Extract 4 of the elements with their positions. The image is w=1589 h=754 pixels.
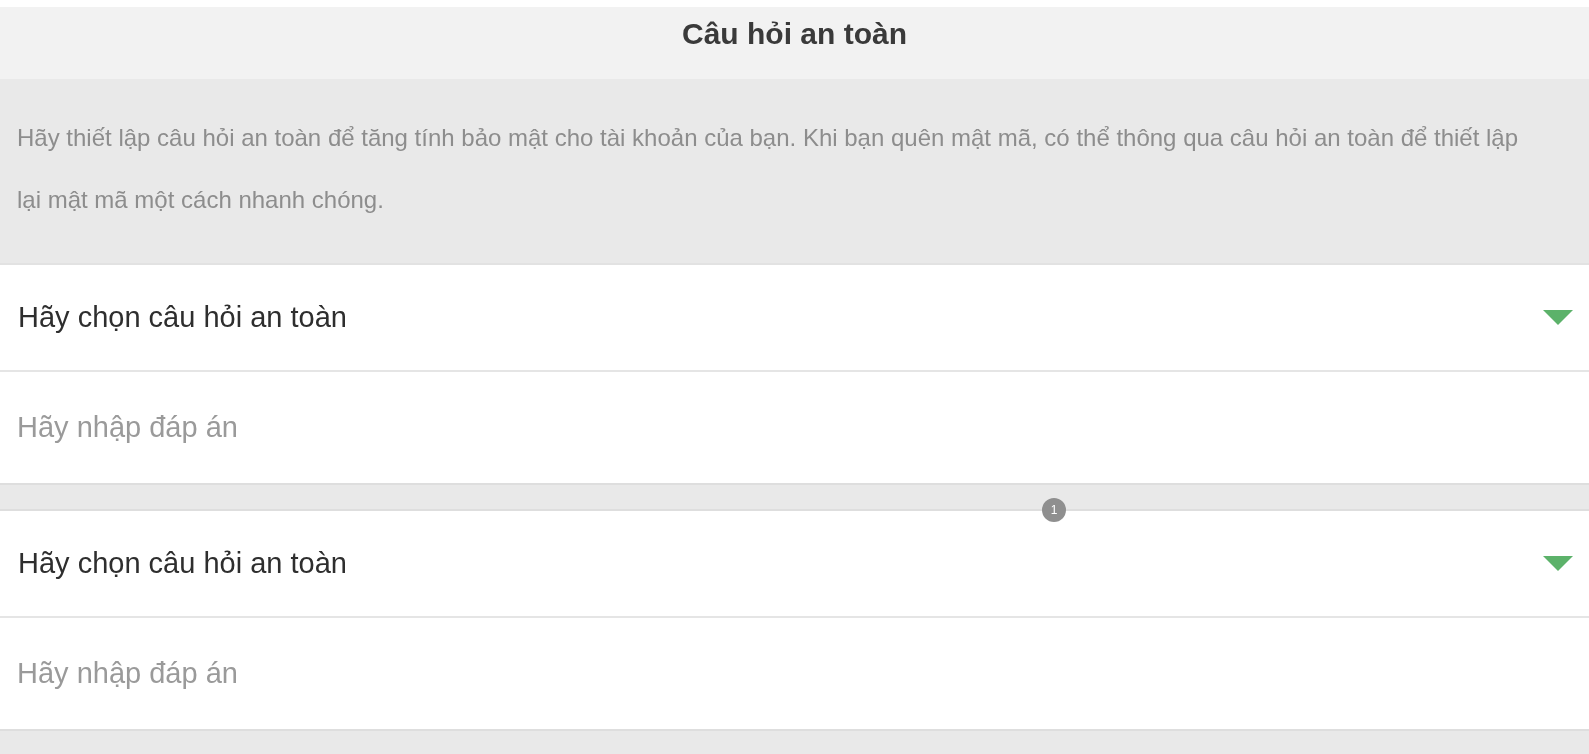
intro-text: Hãy thiết lập câu hỏi an toàn để tăng tính bảo mật cho tài khoản của bạn. Khi bạn quên mật mã, có thể thông qua câu hỏi an toàn để thiết lập lại mật mã một cách nhanh chóng. xyxy=(17,123,1520,215)
caret-icon xyxy=(1543,556,1573,571)
page-title: Câu hỏi an toàn xyxy=(682,17,907,52)
caret-icon xyxy=(1543,310,1573,325)
